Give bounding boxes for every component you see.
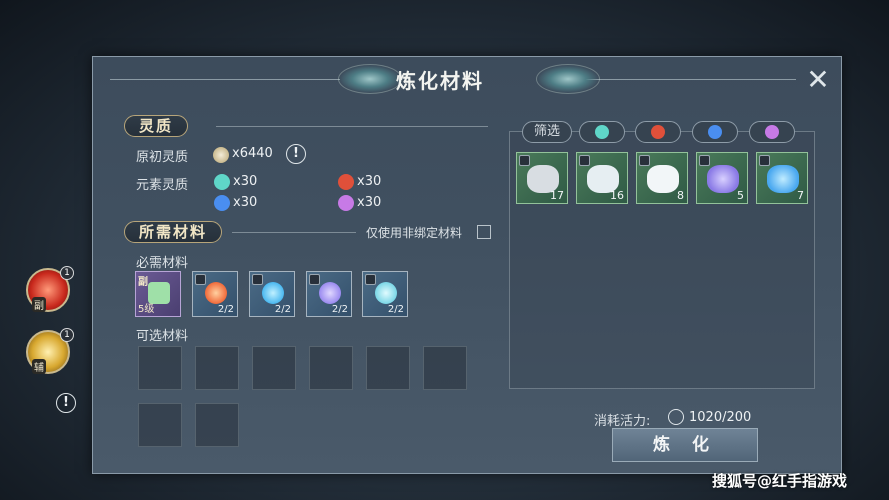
optional-material-slot[interactable]: [309, 346, 353, 390]
skill-caption: 副: [32, 297, 46, 312]
title-bar: 炼化材料: [320, 58, 560, 100]
fire-badge-icon: [195, 274, 206, 285]
wind-badge-icon: [365, 274, 376, 285]
must-material-slot[interactable]: 2/2: [362, 271, 408, 317]
lightning-orb-icon: [707, 165, 739, 193]
inventory-item[interactable]: 7: [756, 152, 808, 204]
lightning-icon: [765, 125, 779, 139]
spirit-section-divider: [216, 126, 488, 127]
filter-fire-button[interactable]: [635, 121, 681, 143]
filter-wind-button[interactable]: [579, 121, 625, 143]
must-material-slot[interactable]: 2/2: [192, 271, 238, 317]
element-badge-icon: [759, 155, 770, 166]
water-essence-icon: [262, 282, 284, 304]
spirit-section-label: 灵质: [124, 115, 189, 137]
wind-essence-icon: [375, 282, 397, 304]
material-count: 2/2: [331, 304, 348, 315]
element-badge-icon: [639, 155, 650, 166]
flame-icon: [668, 409, 684, 425]
material-level: 5级: [138, 304, 155, 315]
optional-material-slot[interactable]: [195, 403, 239, 447]
support-skill-button[interactable]: 1 辅: [26, 328, 74, 374]
fire-essence-icon: [205, 282, 227, 304]
water-orb-icon: [767, 165, 799, 193]
material-count: 2/2: [274, 304, 291, 315]
cost-label: 消耗活力:: [594, 414, 651, 429]
optional-material-slot[interactable]: [138, 403, 182, 447]
inventory-item[interactable]: 17: [516, 152, 568, 204]
fire-spirit-value: x30: [357, 174, 382, 189]
required-section-label: 所需材料: [124, 221, 223, 243]
optional-material-slot[interactable]: [252, 346, 296, 390]
fire-icon: [338, 174, 354, 190]
item-count: 8: [677, 189, 684, 202]
element-badge-icon: [519, 155, 530, 166]
element-badge-icon: [579, 155, 590, 166]
element-spirit-label: 元素灵质: [136, 178, 189, 193]
primal-spirit-value: x6440: [232, 146, 273, 161]
must-material-slot[interactable]: 2/2: [249, 271, 295, 317]
close-button[interactable]: ✕: [804, 66, 832, 94]
title-divider-right: [566, 79, 796, 80]
item-count: 5: [737, 189, 744, 202]
unbound-only-label: 仅使用非绑定材料: [366, 226, 463, 240]
wind-icon: [214, 174, 230, 190]
optional-material-slot[interactable]: [195, 346, 239, 390]
item-count: 7: [797, 189, 804, 202]
optional-materials-label: 可选材料: [136, 329, 189, 344]
material-tag: 副: [138, 277, 148, 288]
badge-count: 1: [60, 328, 74, 342]
element-badge-icon: [699, 155, 710, 166]
unbound-only-checkbox[interactable]: [477, 225, 491, 239]
wind-icon: [595, 125, 609, 139]
optional-material-slot[interactable]: [138, 346, 182, 390]
refine-button[interactable]: 炼 化: [612, 428, 758, 462]
item-count: 16: [610, 189, 624, 202]
wind-spirit-value: x30: [233, 174, 258, 189]
water-badge-icon: [252, 274, 263, 285]
watermark: 搜狐号@红手指游戏: [712, 472, 848, 490]
water-icon: [214, 195, 230, 211]
filter-lightning-button[interactable]: [749, 121, 795, 143]
lightning-essence-icon: [319, 282, 341, 304]
water-icon: [708, 125, 722, 139]
lightning-badge-icon: [309, 274, 320, 285]
alert-icon[interactable]: !: [56, 393, 76, 413]
item-count: 17: [550, 189, 564, 202]
title-divider-left: [110, 79, 340, 80]
primal-spirit-label: 原初灵质: [136, 150, 189, 165]
material-count: 2/2: [387, 304, 404, 315]
badge-count: 1: [60, 266, 74, 280]
skill-caption: 辅: [32, 359, 46, 374]
must-material-slot[interactable]: 2/2: [306, 271, 352, 317]
filter-label: 筛选: [522, 121, 572, 143]
optional-material-slot[interactable]: [423, 346, 467, 390]
inventory-item[interactable]: 8: [636, 152, 688, 204]
optional-material-slot[interactable]: [366, 346, 410, 390]
must-materials-label: 必需材料: [136, 256, 189, 271]
material-count: 2/2: [217, 304, 234, 315]
ice-block-icon: [647, 165, 679, 193]
info-icon[interactable]: !: [286, 144, 306, 164]
primal-spirit-icon: [213, 147, 229, 163]
filter-water-button[interactable]: [692, 121, 738, 143]
must-material-slot[interactable]: 副 5级: [135, 271, 181, 317]
inventory-item[interactable]: 5: [696, 152, 748, 204]
inventory-item[interactable]: 16: [576, 152, 628, 204]
lightning-spirit-value: x30: [357, 195, 382, 210]
secondary-skill-button[interactable]: 1 副: [26, 266, 74, 312]
cost-value: 1020/200: [689, 410, 752, 425]
page-title: 炼化材料: [396, 68, 484, 93]
required-section-divider: [232, 232, 356, 233]
fire-icon: [651, 125, 665, 139]
water-spirit-value: x30: [233, 195, 258, 210]
lightning-icon: [338, 195, 354, 211]
